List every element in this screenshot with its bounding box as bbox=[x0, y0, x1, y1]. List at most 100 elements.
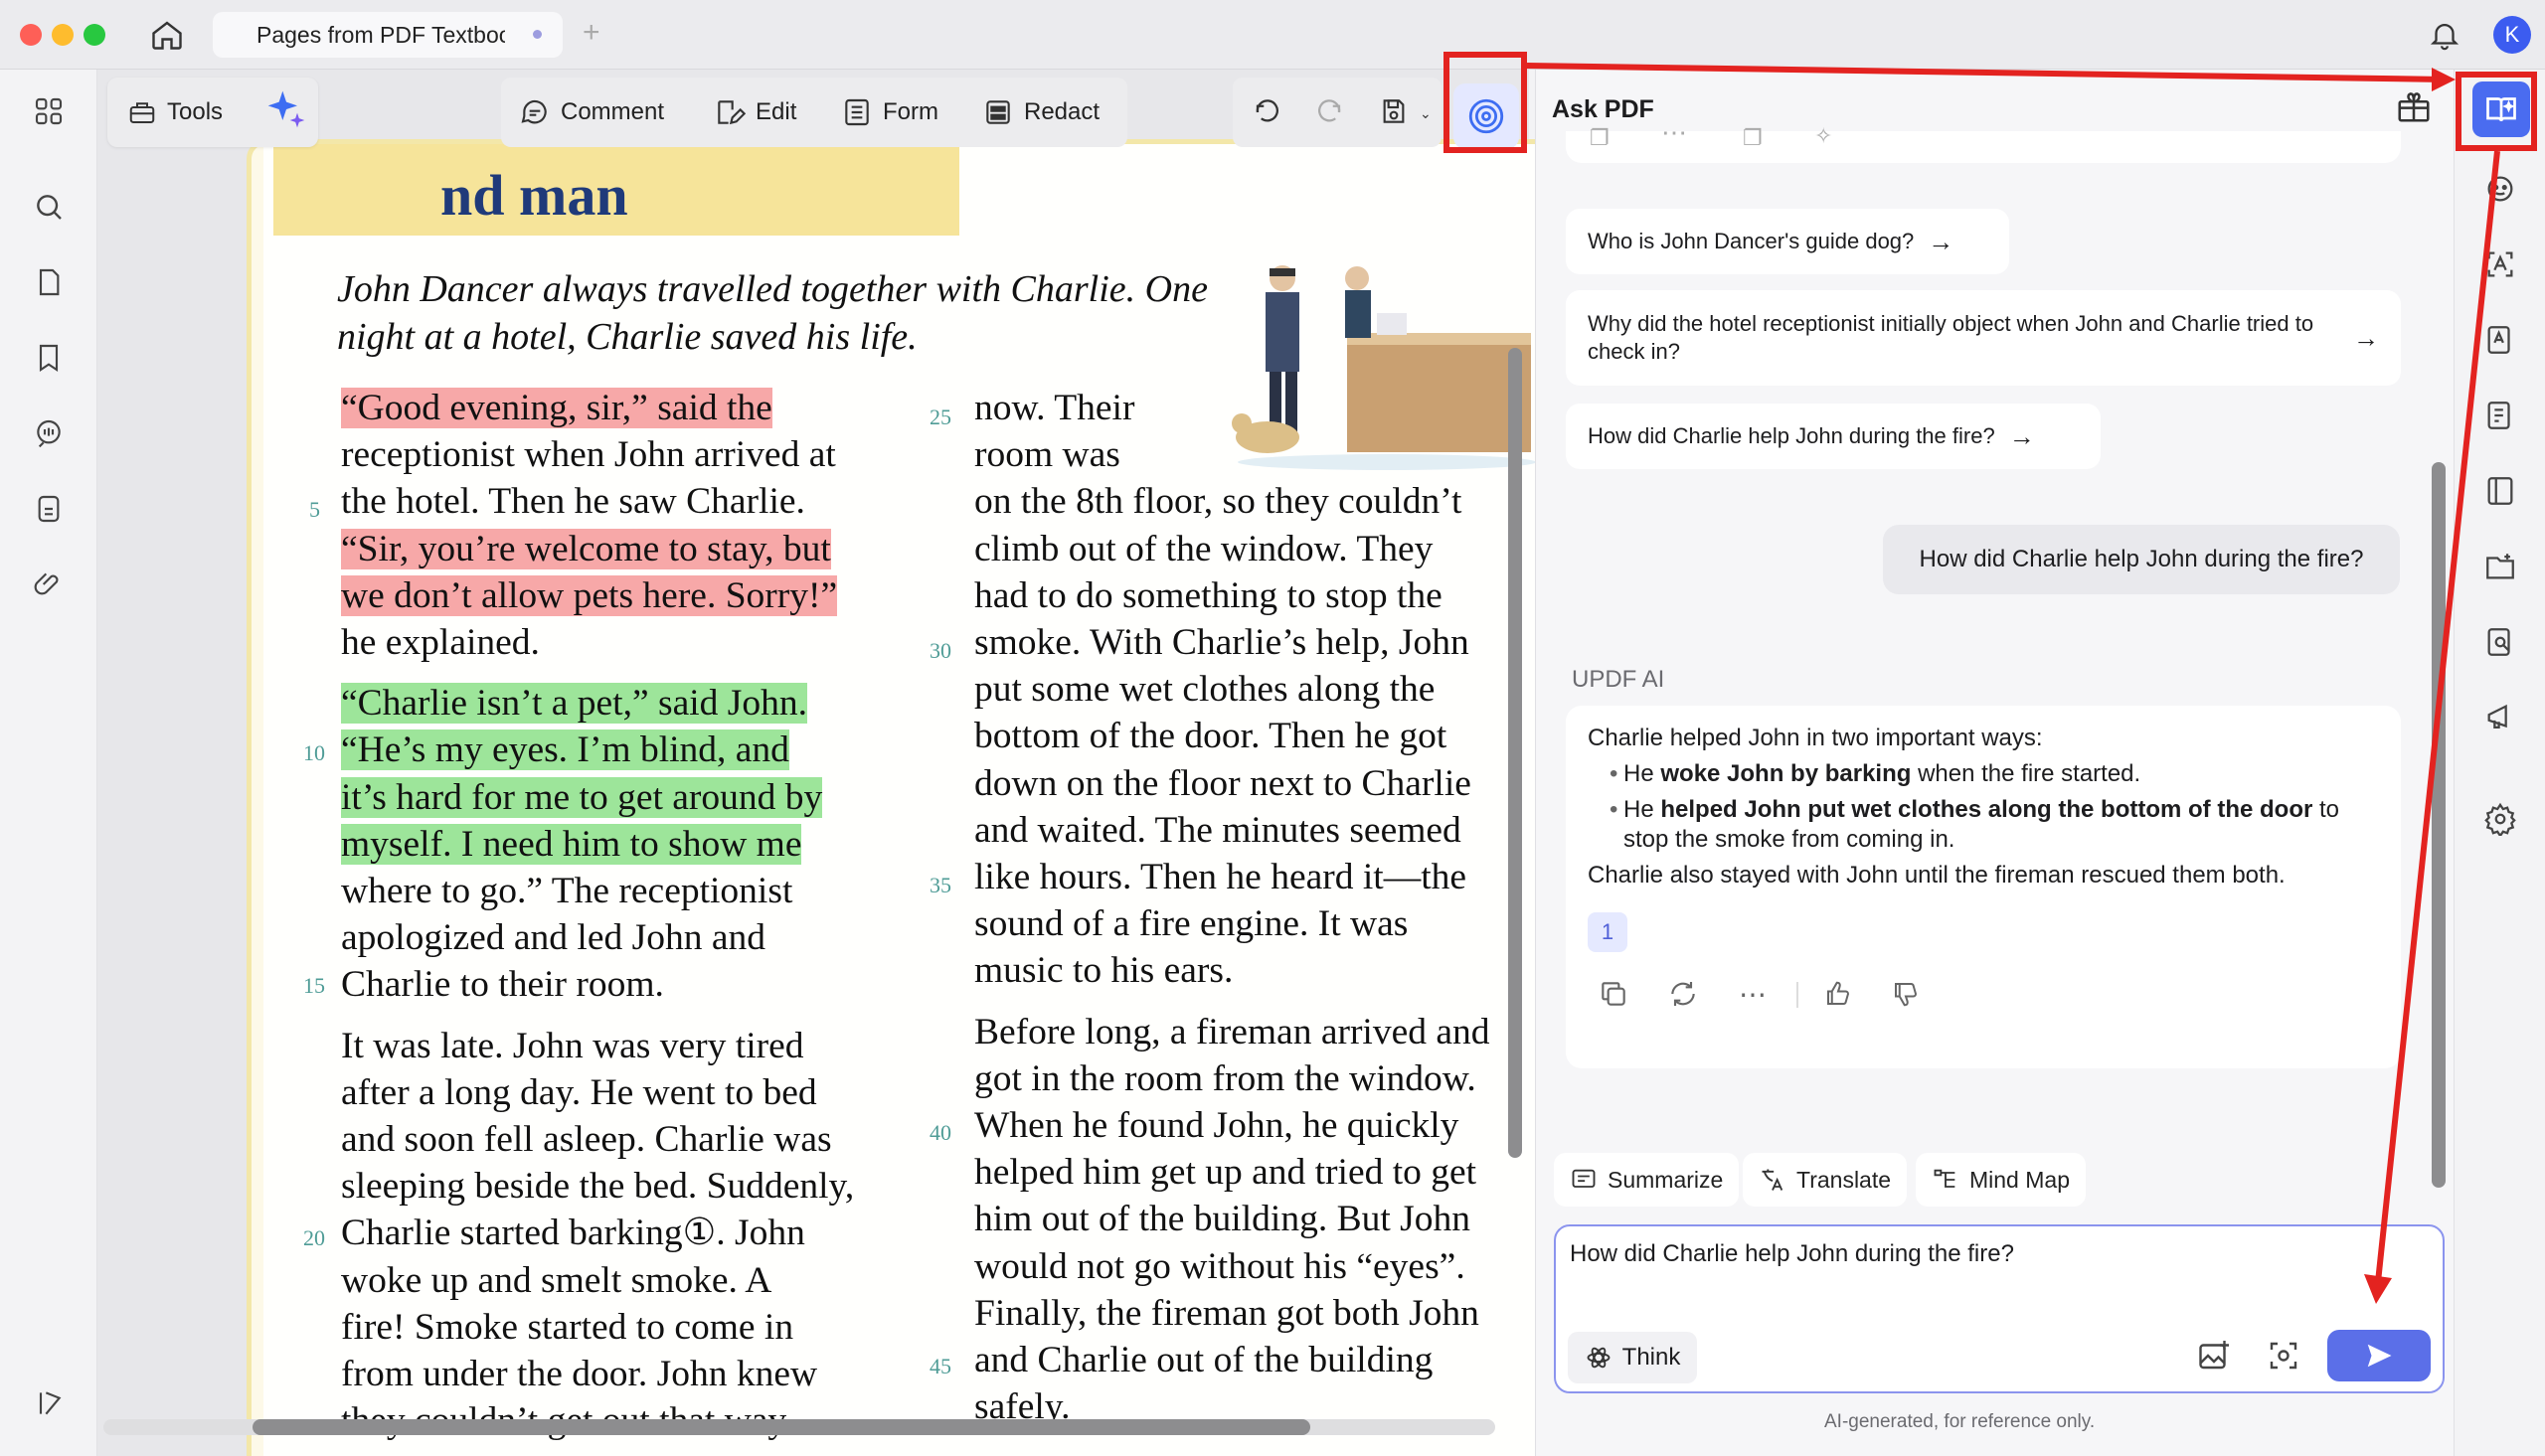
undo-icon[interactable] bbox=[1253, 97, 1282, 127]
text-line: and soon fell asleep. Charlie was bbox=[341, 1119, 832, 1161]
arrow-right-icon: → bbox=[2008, 420, 2035, 451]
paperclip-icon[interactable] bbox=[27, 563, 71, 606]
text-line: myself. I need him to show me bbox=[341, 823, 802, 865]
new-tab-icon[interactable]: + bbox=[583, 16, 600, 50]
text-line: apologized and led John and bbox=[341, 917, 765, 959]
search-doc-icon[interactable] bbox=[2476, 618, 2524, 666]
gift-icon[interactable] bbox=[2395, 87, 2433, 125]
suggestion-chip[interactable]: Why did the hotel receptionist initially… bbox=[1566, 290, 2401, 386]
save-icon[interactable] bbox=[1378, 95, 1410, 127]
comment-icon bbox=[519, 96, 551, 128]
sidebar-toggle-icon[interactable] bbox=[27, 1381, 71, 1425]
settings-icon[interactable] bbox=[2476, 795, 2524, 843]
pdf-page: nd man John Dancer always travelled toge… bbox=[247, 139, 1557, 1456]
text-line: him out of the building. But John bbox=[974, 1199, 1470, 1240]
page-content: nd man John Dancer always travelled toge… bbox=[263, 144, 1541, 1456]
paragraph: It was late. John was very tired after a… bbox=[341, 1023, 908, 1445]
more-icon[interactable]: ⋯ bbox=[1733, 974, 1773, 1014]
bullet-text: He bbox=[1623, 796, 1661, 823]
document-horizontal-scrollbar[interactable] bbox=[253, 1419, 1310, 1435]
text-line: “Good evening, sir,” said the bbox=[341, 388, 772, 428]
mind-map-button[interactable]: Mind Map bbox=[1916, 1153, 2086, 1207]
paragraph: Before long, a fireman arrived and got i… bbox=[974, 1009, 1551, 1431]
thumbs-up-icon[interactable] bbox=[1818, 974, 1858, 1014]
pages-icon[interactable] bbox=[27, 260, 71, 304]
translate-doc-icon[interactable] bbox=[2476, 316, 2524, 364]
chevron-down-icon[interactable]: ⌄ bbox=[1420, 105, 1432, 122]
thumbnails-icon[interactable] bbox=[27, 89, 71, 133]
think-toggle[interactable]: Think bbox=[1568, 1332, 1697, 1383]
search-icon[interactable] bbox=[27, 185, 71, 229]
text-line: from under the door. John knew bbox=[341, 1354, 818, 1395]
screenshot-icon[interactable] bbox=[2266, 1338, 2301, 1374]
text-line: helped him get up and tried to get bbox=[974, 1152, 1477, 1194]
suggestion-chip[interactable]: How did Charlie help John during the fir… bbox=[1566, 404, 2101, 469]
reader-icon[interactable] bbox=[2476, 467, 2524, 515]
copy-icon[interactable] bbox=[1594, 974, 1633, 1014]
text-line: bottom of the door. Then he got bbox=[974, 716, 1447, 757]
redo-icon[interactable] bbox=[1314, 97, 1344, 127]
summarize-label: Summarize bbox=[1608, 1166, 1724, 1193]
text-line: receptionist when John arrived at bbox=[341, 434, 836, 476]
send-button[interactable] bbox=[2327, 1330, 2431, 1381]
present-icon[interactable] bbox=[2476, 694, 2524, 741]
regenerate-icon[interactable] bbox=[1663, 974, 1703, 1014]
comments-icon[interactable] bbox=[27, 411, 71, 455]
line-number: 30 bbox=[930, 638, 951, 663]
translate-icon bbox=[1759, 1166, 1786, 1194]
text-line: had to do something to stop the bbox=[974, 574, 1442, 616]
ai-sparkle-button[interactable] bbox=[264, 87, 312, 135]
text-line: he explained. bbox=[341, 622, 540, 664]
thumbs-down-icon[interactable] bbox=[1886, 974, 1926, 1014]
bookmark-icon[interactable] bbox=[27, 336, 71, 380]
summarize-button[interactable]: Summarize bbox=[1554, 1153, 1740, 1207]
text-line: put some wet clothes along the bbox=[974, 669, 1436, 711]
suggestion-text: Why did the hotel receptionist initially… bbox=[1588, 311, 2314, 364]
more-icon[interactable]: ⋯ bbox=[1661, 117, 1687, 148]
organize-icon[interactable] bbox=[2476, 543, 2524, 590]
right-text-column: now. Their room was on the 8th floor, so… bbox=[974, 385, 1551, 1444]
translate-button[interactable]: Translate bbox=[1743, 1153, 1908, 1207]
line-number: 20 bbox=[303, 1225, 325, 1250]
home-icon[interactable] bbox=[149, 17, 185, 53]
thumbs-down-icon[interactable]: ✧ bbox=[1814, 123, 1832, 149]
divider bbox=[1796, 982, 1798, 1008]
document-viewer[interactable]: nd man John Dancer always travelled toge… bbox=[97, 70, 1557, 1456]
text-line: and waited. The minutes seemed bbox=[974, 809, 1461, 851]
text-line: room was bbox=[974, 434, 1120, 476]
avatar[interactable]: K bbox=[2493, 16, 2531, 54]
redact-button[interactable]: Redact bbox=[982, 78, 1100, 147]
tools-button[interactable]: Tools bbox=[127, 78, 223, 147]
paragraph: “Charlie isn’t a pet,” said John. “He’s … bbox=[341, 680, 908, 1008]
image-upload-icon[interactable] bbox=[2196, 1338, 2232, 1374]
chat-scrollbar[interactable] bbox=[2432, 462, 2446, 1188]
suggestion-chip[interactable]: Who is John Dancer's guide dog? → bbox=[1566, 209, 2009, 274]
document-tab[interactable]: Pages from PDF Textbook bbox=[213, 12, 563, 58]
ai-summary-icon[interactable] bbox=[2476, 392, 2524, 439]
text-line: climb out of the window. They bbox=[974, 528, 1434, 569]
document-vertical-scrollbar[interactable] bbox=[1508, 348, 1522, 1158]
chat-input-box[interactable]: How did Charlie help John during the fir… bbox=[1554, 1224, 2445, 1393]
disclaimer-text: AI-generated, for reference only. bbox=[1824, 1411, 2096, 1432]
think-label: Think bbox=[1621, 1344, 1681, 1371]
line-number: 5 bbox=[309, 497, 320, 522]
zoom-window-button[interactable] bbox=[84, 24, 105, 46]
attachments-list-icon[interactable] bbox=[27, 487, 71, 531]
thumbs-up-icon[interactable]: ❐ bbox=[1743, 125, 1763, 151]
ocr-icon[interactable] bbox=[2476, 241, 2524, 288]
minimize-window-button[interactable] bbox=[52, 24, 74, 46]
answer-list: He woke John by barking when the fire st… bbox=[1588, 759, 2383, 855]
edit-label: Edit bbox=[756, 98, 797, 125]
edit-button[interactable]: Edit bbox=[714, 78, 796, 147]
close-window-button[interactable] bbox=[20, 24, 42, 46]
copy-icon[interactable]: ❐ bbox=[1590, 125, 1610, 151]
chat-input[interactable]: How did Charlie help John during the fir… bbox=[1570, 1240, 2014, 1268]
line-number: 35 bbox=[930, 873, 951, 897]
reference-badge[interactable]: 1 bbox=[1588, 912, 1627, 952]
comment-button[interactable]: Comment bbox=[519, 78, 664, 147]
bell-icon[interactable] bbox=[2428, 18, 2461, 52]
form-button[interactable]: Form bbox=[841, 78, 938, 147]
text-line: sound of a fire engine. It was bbox=[974, 903, 1409, 945]
ai-chat-icon[interactable] bbox=[2476, 165, 2524, 213]
comment-label: Comment bbox=[561, 98, 665, 125]
